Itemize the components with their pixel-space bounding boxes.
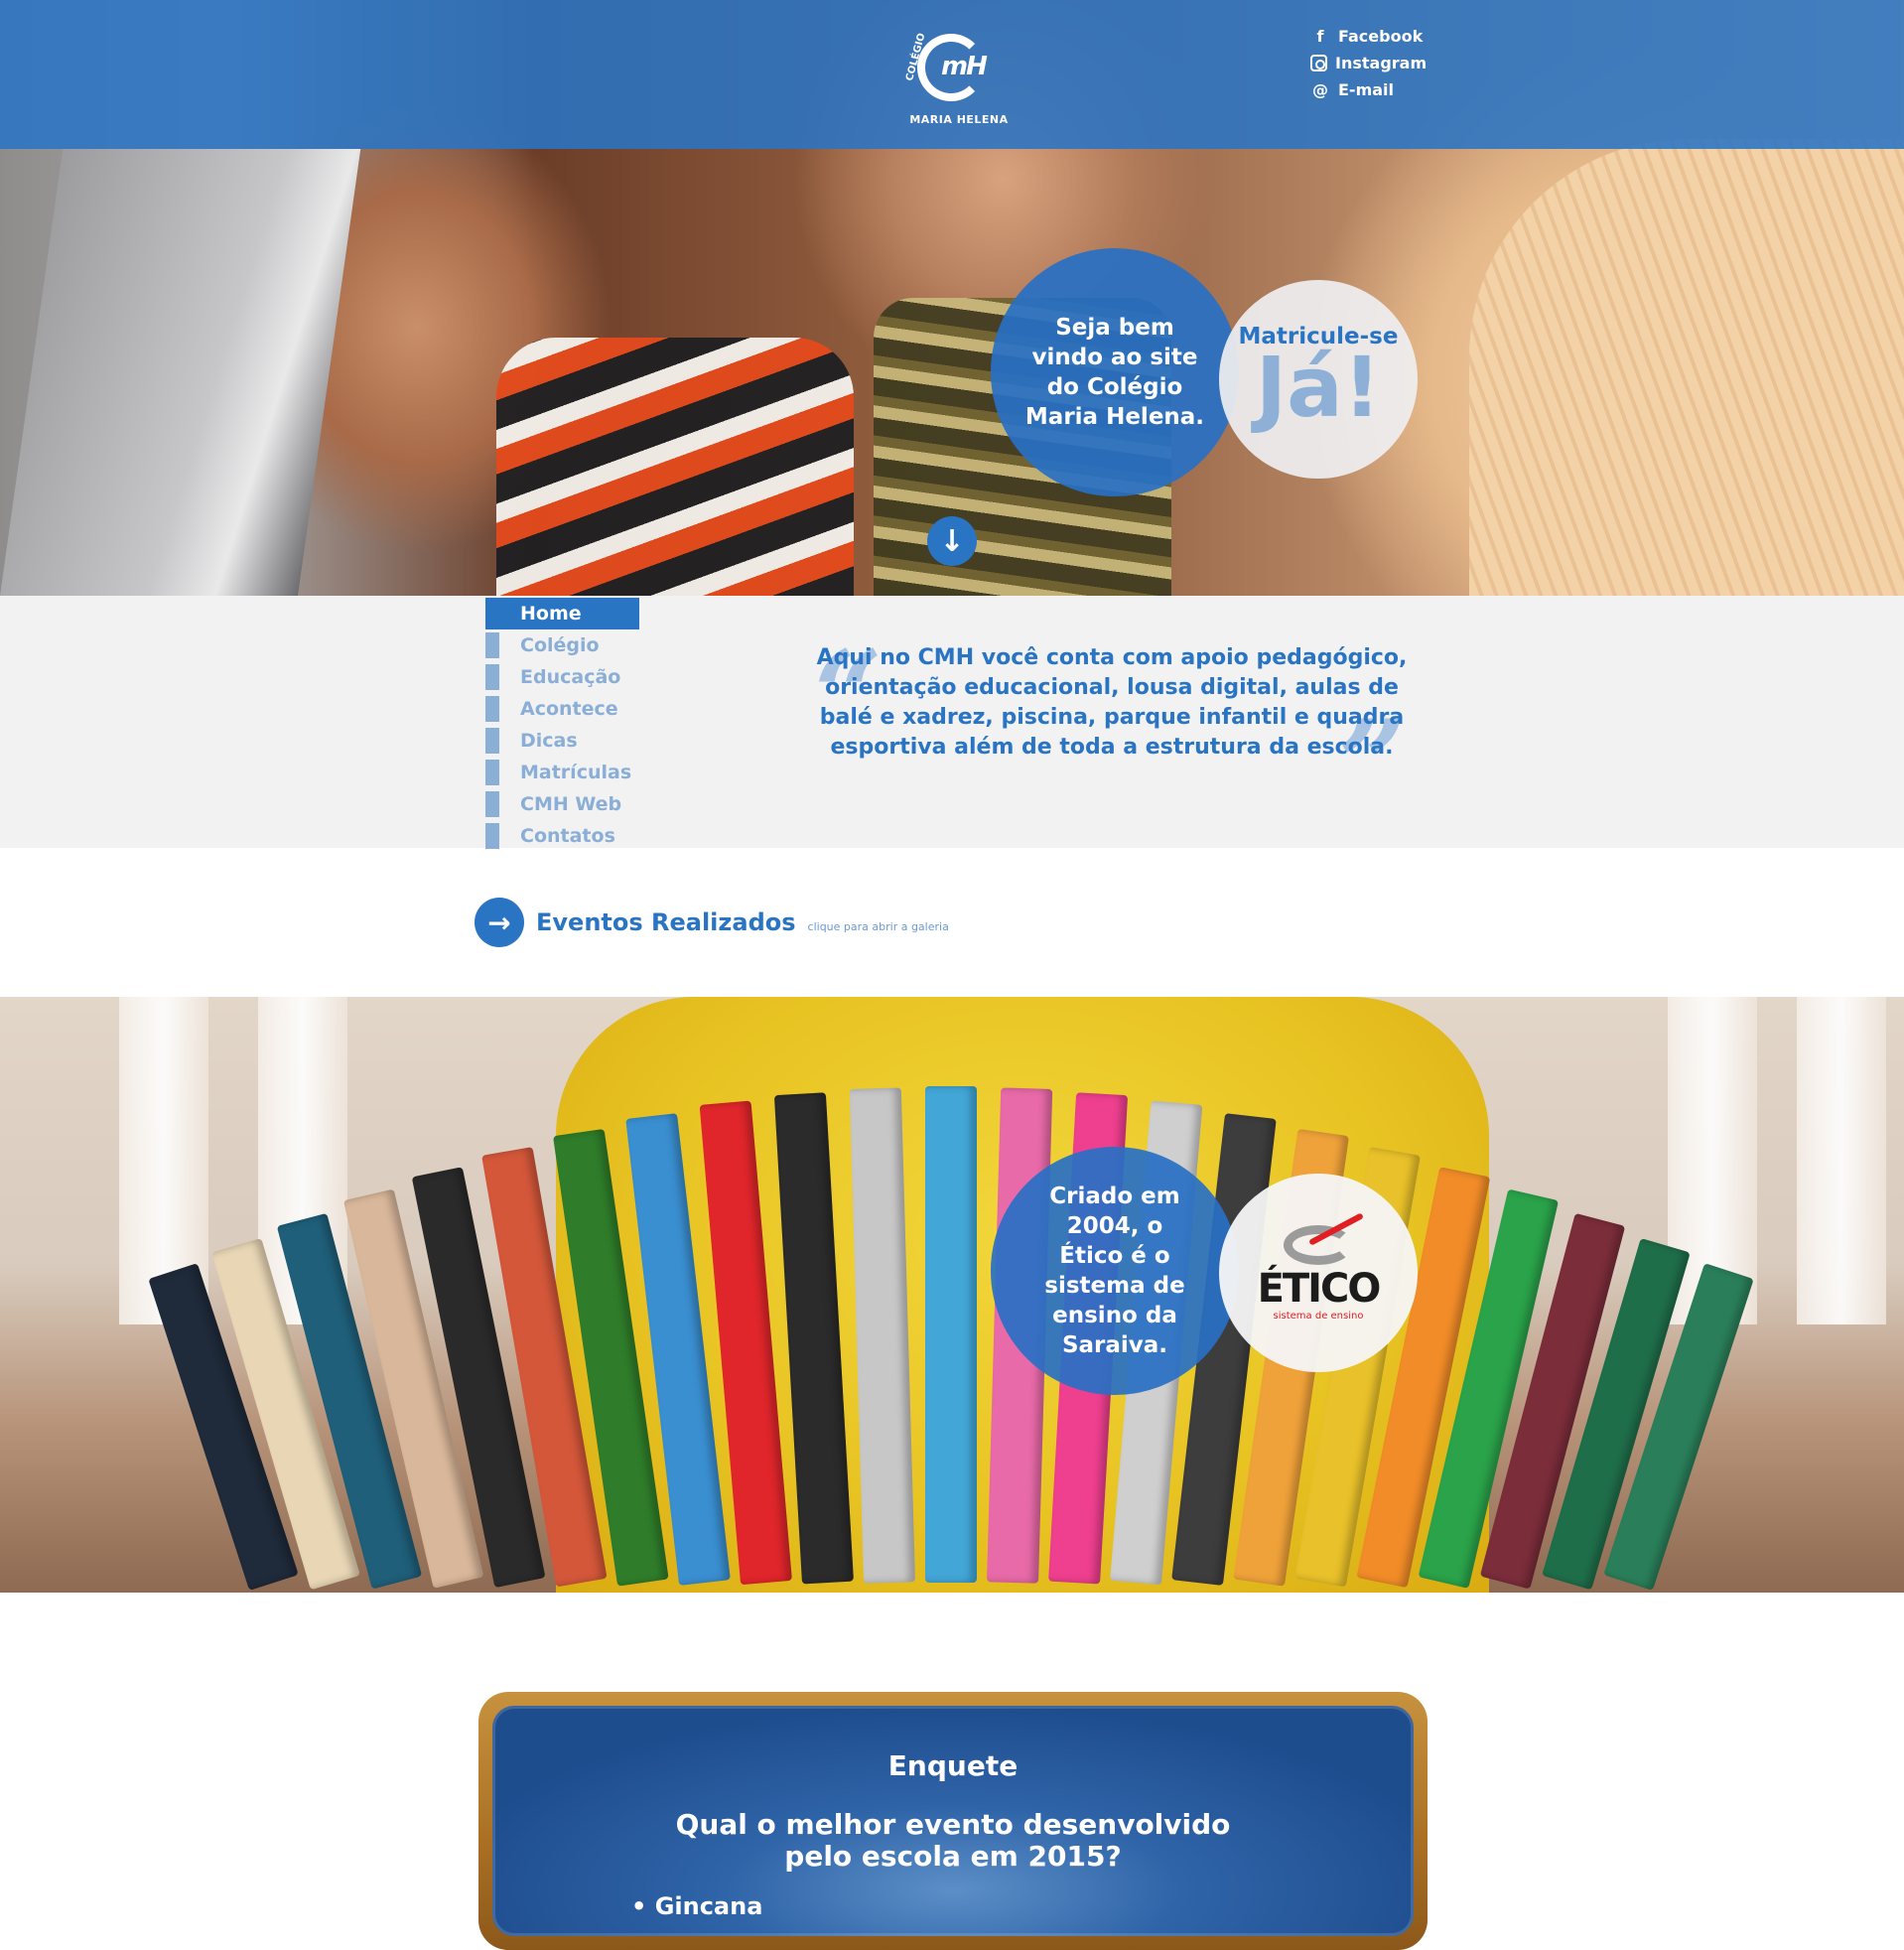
events-hint: clique para abrir a galeria: [807, 919, 949, 933]
facebook-icon: f: [1316, 27, 1324, 46]
events-title: Eventos Realizados: [536, 908, 796, 936]
enroll-cta-big: Já!: [1255, 339, 1382, 436]
scroll-down-button[interactable]: ↓: [927, 516, 977, 566]
instagram-label: Instagram: [1335, 54, 1428, 72]
poll-question: Qual o melhor evento desenvolvido pelo e…: [675, 1808, 1231, 1873]
etico-info-bubble: Criado em 2004, o Ético é o sistema de e…: [991, 1147, 1239, 1395]
arrow-down-icon: ↓: [939, 523, 965, 559]
etico-brand: ÉTICO: [1257, 1265, 1382, 1312]
hero-laptop-graphic: [0, 149, 361, 596]
instagram-icon: [1310, 55, 1327, 71]
nav-item-educacao[interactable]: Educação: [485, 661, 639, 693]
background-window: [1797, 997, 1886, 1324]
highlights-quote: Aqui no CMH você conta com apoio pedagóg…: [816, 645, 1408, 760]
nav-item-cmh-web[interactable]: CMH Web: [485, 788, 639, 820]
logo-name: MARIA HELENA: [909, 113, 1009, 126]
nav-item-home[interactable]: Home: [485, 598, 639, 629]
arrow-right-icon: →: [475, 898, 524, 947]
welcome-bubble: Seja bem vindo ao site do Colégio Maria …: [991, 248, 1239, 496]
social-links: f Facebook Instagram @ E-mail: [1310, 26, 1427, 100]
poll-title: Enquete: [887, 1749, 1019, 1782]
book-spine: [925, 1086, 977, 1583]
email-label: E-mail: [1338, 80, 1395, 99]
book-spine: [849, 1087, 915, 1584]
welcome-text: Seja bem vindo ao site do Colégio Maria …: [1024, 315, 1205, 430]
instagram-link[interactable]: Instagram: [1310, 53, 1427, 73]
etico-swoosh-icon: [1284, 1224, 1353, 1265]
etico-info-text: Criado em 2004, o Ético é o sistema de e…: [1044, 1184, 1185, 1358]
poll-frame: Enquete Qual o melhor evento desenvolvid…: [478, 1692, 1428, 1950]
etico-brand-sub: sistema de ensino: [1273, 1310, 1364, 1322]
events-gallery-link[interactable]: → Eventos Realizados clique para abrir a…: [475, 898, 949, 947]
email-icon: @: [1312, 80, 1328, 99]
poll-option[interactable]: • Gincana: [631, 1892, 762, 1920]
facebook-label: Facebook: [1338, 27, 1424, 46]
nav-item-dicas[interactable]: Dicas: [485, 725, 639, 757]
email-link[interactable]: @ E-mail: [1310, 79, 1427, 100]
school-logo[interactable]: COLÉGIO mH MARIA HELENA: [897, 22, 1009, 131]
hero-striped-shirt-graphic: [496, 338, 854, 596]
facebook-link[interactable]: f Facebook: [1310, 26, 1427, 47]
main-nav: Home Colégio Educação Acontece Dicas Mat…: [485, 598, 639, 852]
nav-item-matriculas[interactable]: Matrículas: [485, 757, 639, 788]
nav-item-colegio[interactable]: Colégio: [485, 629, 639, 661]
logo-mark: mH: [941, 52, 988, 81]
poll-board: Enquete Qual o melhor evento desenvolvid…: [492, 1706, 1414, 1936]
nav-item-acontece[interactable]: Acontece: [485, 693, 639, 725]
books-banner: [0, 997, 1904, 1593]
hero-sweater-graphic: [1469, 139, 1904, 596]
enroll-cta-bubble[interactable]: Matricule-se Já!: [1219, 280, 1418, 479]
nav-item-contatos[interactable]: Contatos: [485, 820, 639, 852]
etico-logo-bubble[interactable]: ÉTICO sistema de ensino: [1219, 1174, 1418, 1372]
